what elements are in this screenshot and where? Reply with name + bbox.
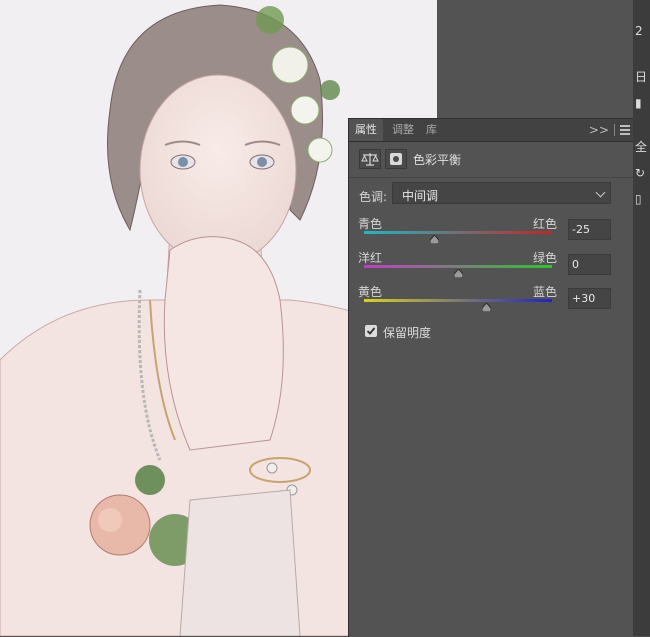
strip-glyph-3[interactable]: ▮: [635, 96, 648, 110]
tab-adjustments[interactable]: 调整: [386, 119, 420, 141]
checkmark-icon: [366, 327, 376, 335]
strip-glyph-2[interactable]: 日: [635, 70, 648, 84]
strip-glyph-4[interactable]: 全: [635, 140, 648, 154]
tone-label: 色调:: [359, 190, 388, 204]
slider-cyan-red-value[interactable]: -25: [568, 219, 611, 240]
slider-yellow-blue-value[interactable]: +30: [568, 288, 611, 309]
slider-yellow-blue-track[interactable]: [364, 299, 552, 302]
slider-magenta-green-thumb[interactable]: [453, 269, 463, 278]
slider-magenta-green-value[interactable]: 0: [568, 254, 611, 275]
panel-title: 色彩平衡: [413, 153, 462, 167]
collapse-icon[interactable]: >>: [589, 119, 609, 141]
strip-glyph-5[interactable]: ↻: [635, 166, 648, 180]
divider: [349, 177, 633, 178]
slider-green-label: 绿色: [533, 251, 558, 265]
slider-cyan-red-thumb[interactable]: [430, 235, 439, 244]
slider-cyan-label: 青色: [358, 217, 383, 231]
tone-dropdown[interactable]: 中间调: [392, 182, 611, 204]
slider-blue-label: 蓝色: [533, 285, 558, 299]
separator: [614, 124, 615, 136]
panel-tab-bar: 属性 调整 库 >>: [349, 119, 633, 142]
tab-properties[interactable]: 属性: [349, 119, 383, 141]
chevron-down-icon: [595, 187, 606, 198]
panel-header: 色彩平衡: [349, 142, 633, 176]
tab-libraries[interactable]: 库: [420, 119, 443, 141]
panel-menu-icon[interactable]: [620, 125, 630, 135]
layer-mask-icon[interactable]: [385, 149, 407, 169]
slider-magenta-green-track[interactable]: [364, 265, 552, 268]
slider-yellow-blue-thumb[interactable]: [481, 303, 491, 312]
preserve-luminosity-label: 保留明度: [383, 326, 432, 340]
slider-yellow-label: 黄色: [358, 285, 383, 299]
tone-dropdown-value: 中间调: [402, 189, 439, 203]
strip-glyph-1[interactable]: 2: [635, 24, 648, 38]
properties-panel: 属性 调整 库 >> 色彩平衡 色调: 中间调 青色 红色 -25 洋红 绿色: [348, 118, 633, 637]
preserve-luminosity-checkbox[interactable]: [365, 325, 377, 337]
slider-red-label: 红色: [533, 217, 558, 231]
slider-cyan-red-track[interactable]: [364, 231, 552, 234]
right-tool-strip: 2 日 ▮ 全 ↻ ▯: [633, 0, 650, 636]
slider-magenta-label: 洋红: [358, 251, 383, 265]
strip-glyph-6[interactable]: ▯: [635, 192, 648, 206]
scale-balance-icon[interactable]: [359, 149, 381, 169]
